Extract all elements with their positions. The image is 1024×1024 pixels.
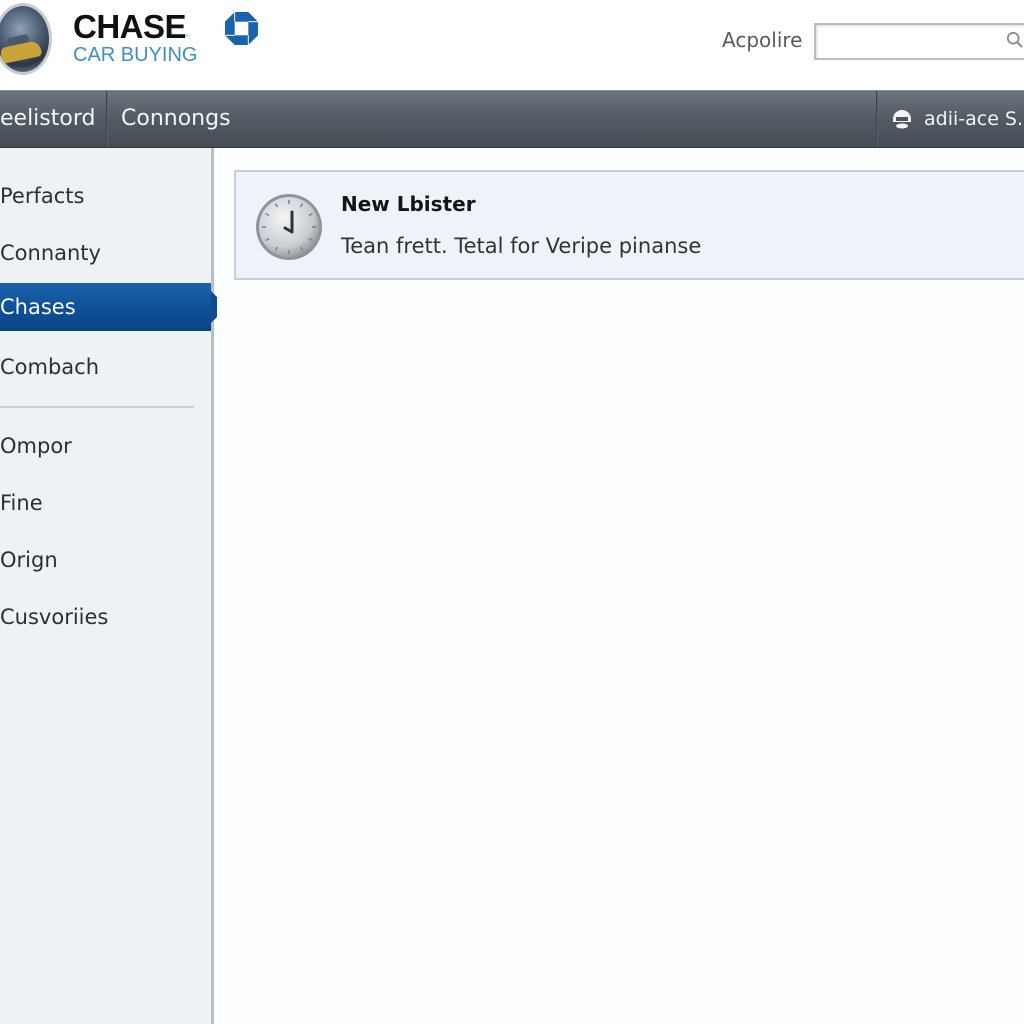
sidebar-item-chases[interactable]: Chases [0, 283, 227, 331]
user-menu[interactable]: adii-ace S... [890, 91, 1024, 147]
brand-reg-mark: . [186, 31, 188, 38]
search-icon[interactable] [1006, 31, 1024, 49]
chase-octagon-icon [224, 11, 259, 46]
header: CHASE. CAR BUYING Acpolire [0, 0, 1024, 90]
clock-icon [256, 194, 322, 260]
sidebar-item-combach[interactable]: Combach [0, 343, 211, 391]
brand-name: CHASE [73, 8, 187, 45]
sidebar-item-ompor[interactable]: Ompor [0, 422, 211, 470]
sidebar-item-connanty[interactable]: Connanty [0, 229, 211, 277]
sidebar-item-orign[interactable]: Orign [0, 536, 211, 584]
search-input[interactable] [814, 23, 1024, 60]
brand-subtitle: CAR BUYING [73, 44, 198, 66]
top-navbar: eelistord Connongs adii-ace S... [0, 90, 1024, 148]
notification-card[interactable]: New Lbister Tean frett. Tetal for Veripe… [234, 170, 1024, 280]
search-label: Acpolire [722, 28, 803, 52]
sidebar-item-fine[interactable]: Fine [0, 479, 211, 527]
user-label: adii-ace S... [924, 108, 1024, 130]
sidebar: Perfacts Connanty Chases Combach Ompor F… [0, 148, 227, 1024]
notification-body: Tean frett. Tetal for Veripe pinanse [341, 234, 702, 258]
nav-separator [876, 91, 878, 147]
user-icon [893, 110, 911, 129]
sidebar-item-perfacts[interactable]: Perfacts [0, 172, 211, 220]
nav-item-eelistord[interactable]: eelistord [0, 91, 109, 147]
car-photo-logo [0, 3, 52, 75]
main-content: New Lbister Tean frett. Tetal for Veripe… [217, 148, 1024, 1024]
sidebar-divider [0, 406, 194, 408]
brand-logo[interactable]: CHASE. [73, 8, 188, 46]
notification-title: New Lbister [341, 192, 476, 216]
sidebar-item-cusvoriies[interactable]: Cusvoriies [0, 593, 211, 641]
nav-item-connongs[interactable]: Connongs [107, 91, 245, 147]
